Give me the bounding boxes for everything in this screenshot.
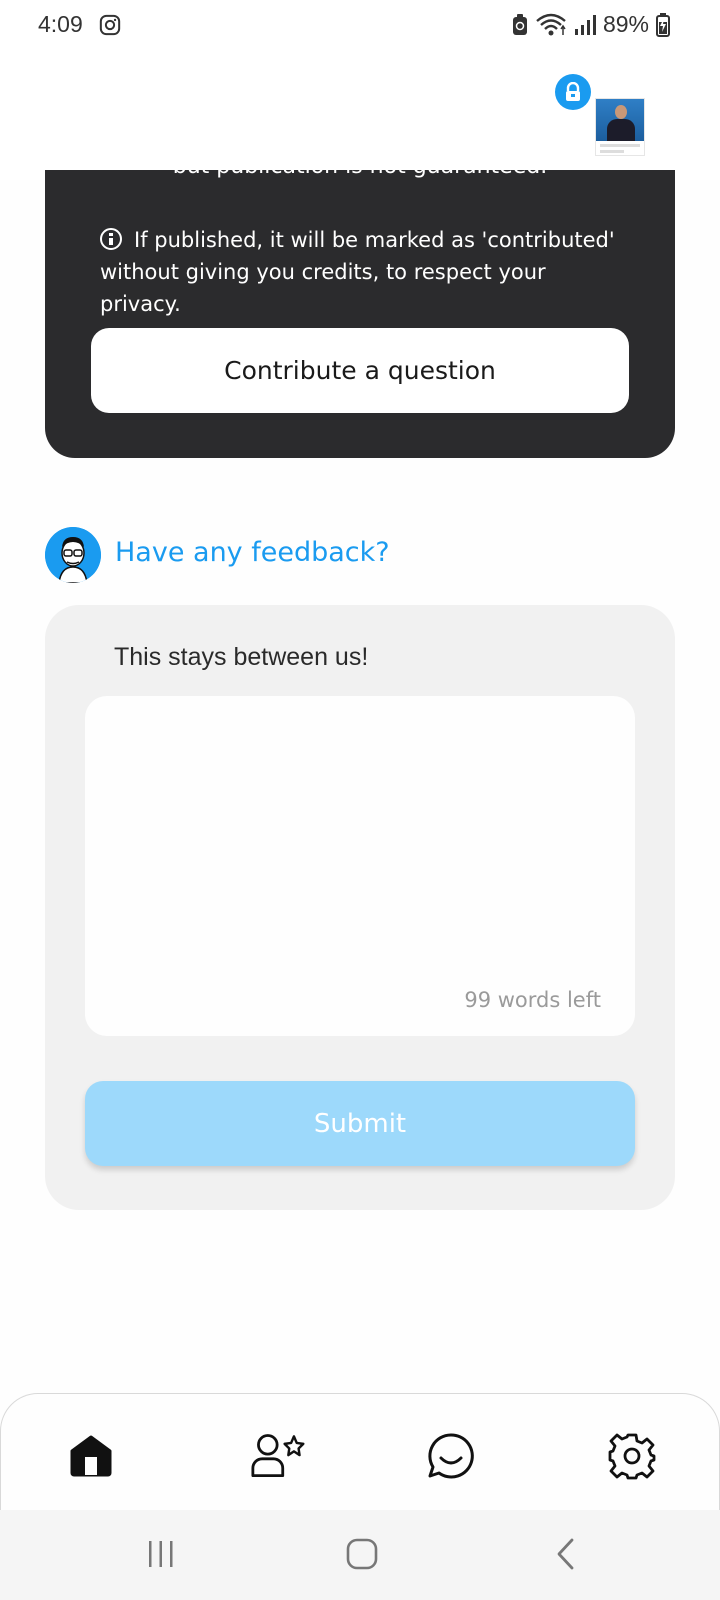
thumbnail-photo bbox=[596, 99, 644, 141]
gear-icon bbox=[608, 1433, 656, 1480]
recycle-icon bbox=[512, 13, 527, 35]
nav-settings[interactable] bbox=[604, 1428, 660, 1484]
profile-thumbnail[interactable] bbox=[595, 98, 645, 156]
recent-apps-icon[interactable] bbox=[146, 1536, 176, 1572]
battery-charging-icon bbox=[656, 12, 670, 37]
signal-icon bbox=[574, 14, 596, 35]
submit-button[interactable]: Submit bbox=[85, 1081, 635, 1166]
home-icon bbox=[70, 1435, 112, 1477]
people-star-icon bbox=[251, 1434, 305, 1478]
nav-home[interactable] bbox=[63, 1428, 119, 1484]
home-circle-icon[interactable] bbox=[346, 1536, 378, 1572]
nav-chat[interactable] bbox=[423, 1428, 479, 1484]
contribute-card: but publication is not guaranteed. If pu… bbox=[45, 170, 675, 458]
system-nav bbox=[0, 1510, 720, 1600]
contribute-question-button[interactable]: Contribute a question bbox=[91, 328, 629, 413]
words-left-counter: 99 words left bbox=[464, 988, 601, 1012]
battery-percent: 89% bbox=[602, 11, 649, 37]
status-indicators: 89% bbox=[512, 11, 670, 38]
feedback-card: This stays between us! 99 words left Sub… bbox=[45, 605, 675, 1210]
chat-icon bbox=[428, 1433, 474, 1479]
partial-text: but publication is not guaranteed. bbox=[45, 170, 675, 179]
feedback-subtitle: This stays between us! bbox=[114, 643, 369, 671]
status-time: 4:09 bbox=[38, 11, 83, 37]
status-bar: 4:09 89% bbox=[0, 0, 720, 54]
feedback-textarea[interactable]: 99 words left bbox=[85, 696, 635, 1036]
wifi-icon bbox=[536, 13, 566, 35]
info-icon bbox=[100, 228, 122, 250]
privacy-info: If published, it will be marked as 'cont… bbox=[100, 224, 630, 320]
instagram-icon bbox=[99, 14, 121, 36]
feedback-title: Have any feedback? bbox=[115, 537, 390, 568]
nav-people[interactable] bbox=[251, 1428, 307, 1484]
bottom-nav bbox=[0, 1393, 720, 1511]
lock-icon[interactable] bbox=[555, 74, 591, 110]
feedback-avatar bbox=[45, 527, 101, 583]
privacy-info-text: If published, it will be marked as 'cont… bbox=[100, 228, 615, 316]
back-icon[interactable] bbox=[554, 1536, 578, 1572]
